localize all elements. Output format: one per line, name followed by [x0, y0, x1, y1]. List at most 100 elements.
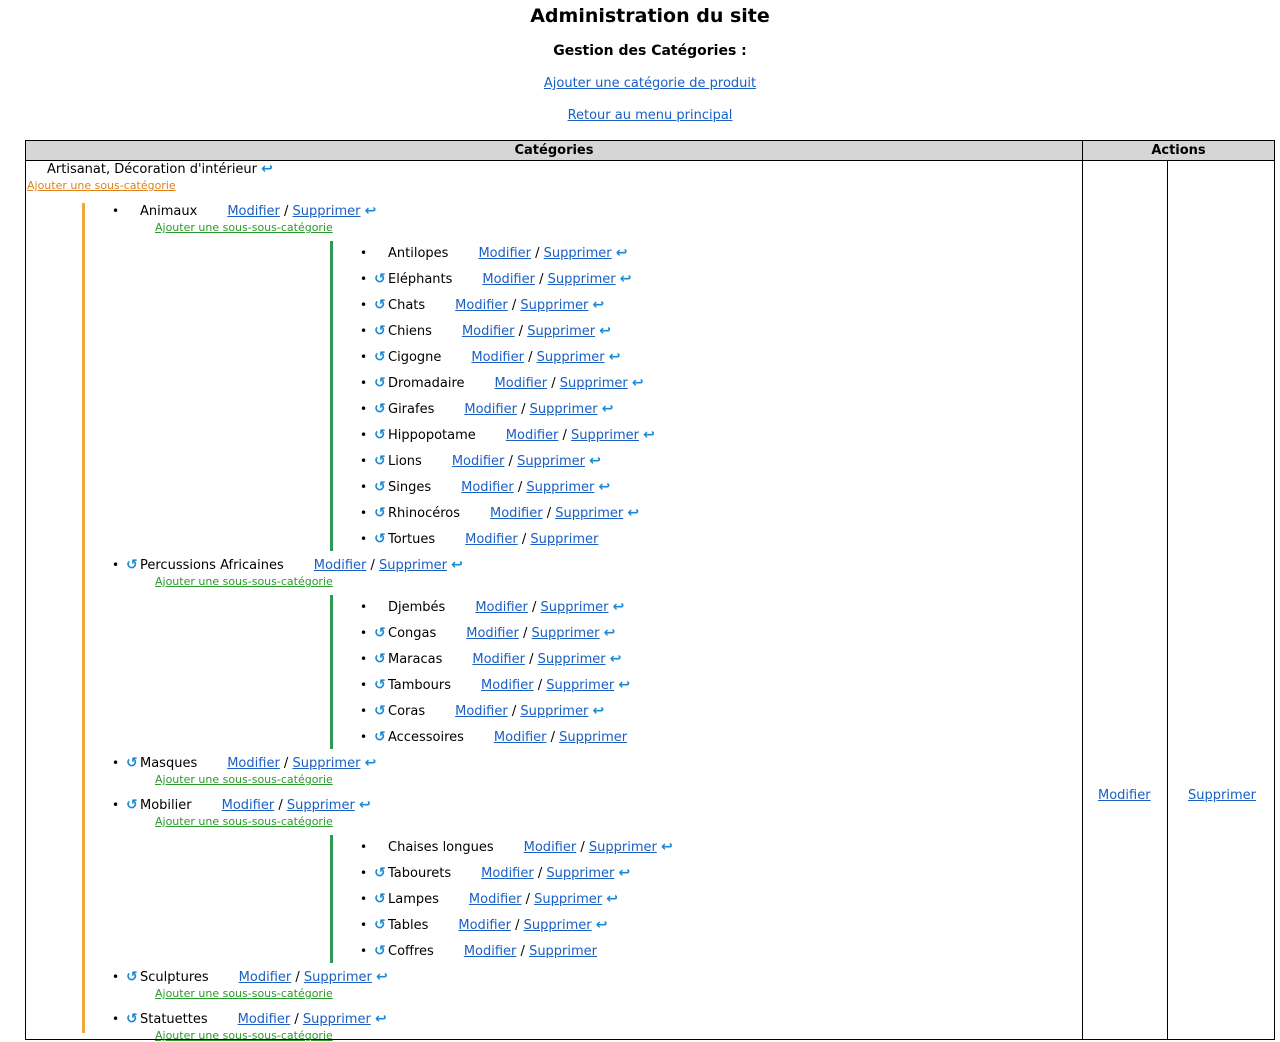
subsubcategory-delete-link[interactable]: Supprimer — [534, 892, 602, 907]
subsubcategory-modify-link[interactable]: Modifier — [481, 678, 534, 693]
subsubcategory-modify-link[interactable]: Modifier — [471, 350, 524, 365]
subsubcategory-delete-link[interactable]: Supprimer — [529, 944, 597, 959]
move-up-icon[interactable]: ↺ — [374, 323, 388, 339]
subsubcategory-modify-link[interactable]: Modifier — [475, 600, 528, 615]
subsubcategory-delete-link[interactable]: Supprimer — [520, 298, 588, 313]
subsubcategory-delete-link[interactable]: Supprimer — [532, 626, 600, 641]
move-up-icon[interactable]: ↺ — [374, 401, 388, 417]
move-up-icon[interactable]: ↺ — [374, 505, 388, 521]
move-down-icon[interactable]: ↩ — [592, 703, 606, 719]
subsubcategory-modify-link[interactable]: Modifier — [461, 480, 514, 495]
subsubcategory-modify-link[interactable]: Modifier — [458, 918, 511, 933]
subsubcategory-delete-link[interactable]: Supprimer — [520, 704, 588, 719]
subcategory-modify-link[interactable]: Modifier — [227, 204, 280, 219]
move-up-icon[interactable]: ↺ — [374, 375, 388, 391]
move-down-icon[interactable]: ↩ — [610, 651, 624, 667]
move-down-icon[interactable]: ↩ — [616, 245, 630, 261]
move-up-icon[interactable]: ↺ — [374, 729, 388, 745]
subcategory-modify-link[interactable]: Modifier — [239, 970, 292, 985]
move-down-icon[interactable]: ↩ — [359, 797, 373, 813]
subsubcategory-delete-link[interactable]: Supprimer — [560, 376, 628, 391]
subsubcategory-delete-link[interactable]: Supprimer — [517, 454, 585, 469]
move-down-icon[interactable]: ↩ — [451, 557, 465, 573]
subsubcategory-modify-link[interactable]: Modifier — [506, 428, 559, 443]
move-down-icon[interactable]: ↩ — [643, 427, 657, 443]
add-subsubcategory-link[interactable]: Ajouter une sous-sous-catégorie — [155, 987, 333, 1000]
add-subsubcategory-link[interactable]: Ajouter une sous-sous-catégorie — [155, 1029, 333, 1042]
subsubcategory-delete-link[interactable]: Supprimer — [544, 246, 612, 261]
move-up-icon[interactable]: ↺ — [374, 917, 388, 933]
root-delete-link[interactable]: Supprimer — [1188, 788, 1256, 803]
move-up-icon[interactable]: ↺ — [374, 349, 388, 365]
move-up-icon[interactable]: ↺ — [374, 297, 388, 313]
move-up-icon[interactable]: ↺ — [126, 755, 140, 771]
add-subsubcategory-link[interactable]: Ajouter une sous-sous-catégorie — [155, 575, 333, 588]
subsubcategory-delete-link[interactable]: Supprimer — [526, 480, 594, 495]
move-down-icon[interactable]: ↩ — [609, 349, 623, 365]
subcategory-delete-link[interactable]: Supprimer — [304, 970, 372, 985]
move-up-icon[interactable]: ↺ — [374, 943, 388, 959]
subsubcategory-delete-link[interactable]: Supprimer — [530, 532, 598, 547]
move-down-icon[interactable]: ↩ — [618, 865, 632, 881]
add-subcategory-link[interactable]: Ajouter une sous-catégorie — [27, 179, 176, 192]
subsubcategory-modify-link[interactable]: Modifier — [524, 840, 577, 855]
subsubcategory-modify-link[interactable]: Modifier — [472, 652, 525, 667]
subcategory-modify-link[interactable]: Modifier — [222, 798, 275, 813]
subsubcategory-delete-link[interactable]: Supprimer — [538, 652, 606, 667]
move-up-icon[interactable]: ↺ — [374, 479, 388, 495]
move-down-icon[interactable]: ↩ — [593, 297, 607, 313]
move-down-icon[interactable]: ↩ — [376, 969, 390, 985]
move-down-icon[interactable]: ↩ — [598, 479, 612, 495]
move-up-icon[interactable]: ↺ — [374, 625, 388, 641]
subsubcategory-modify-link[interactable]: Modifier — [464, 944, 517, 959]
subsubcategory-modify-link[interactable]: Modifier — [478, 246, 531, 261]
root-modify-link[interactable]: Modifier — [1098, 788, 1151, 803]
subcategory-delete-link[interactable]: Supprimer — [287, 798, 355, 813]
move-up-icon[interactable]: ↺ — [374, 703, 388, 719]
move-up-icon[interactable]: ↺ — [374, 651, 388, 667]
move-down-icon[interactable]: ↩ — [604, 625, 618, 641]
back-to-menu-link[interactable]: Retour au menu principal — [568, 108, 733, 123]
move-down-icon[interactable]: ↩ — [596, 917, 610, 933]
subcategory-modify-link[interactable]: Modifier — [238, 1012, 291, 1027]
move-down-icon[interactable]: ↩ — [261, 161, 275, 177]
subsubcategory-modify-link[interactable]: Modifier — [464, 402, 517, 417]
move-down-icon[interactable]: ↩ — [365, 755, 379, 771]
subsubcategory-modify-link[interactable]: Modifier — [452, 454, 505, 469]
add-category-link[interactable]: Ajouter une catégorie de produit — [544, 76, 756, 91]
move-down-icon[interactable]: ↩ — [613, 599, 627, 615]
subcategory-delete-link[interactable]: Supprimer — [379, 558, 447, 573]
move-down-icon[interactable]: ↩ — [365, 203, 379, 219]
move-up-icon[interactable]: ↺ — [126, 969, 140, 985]
move-up-icon[interactable]: ↺ — [126, 1011, 140, 1027]
move-up-icon[interactable]: ↺ — [374, 453, 388, 469]
subsubcategory-delete-link[interactable]: Supprimer — [571, 428, 639, 443]
move-up-icon[interactable]: ↺ — [374, 531, 388, 547]
add-subsubcategory-link[interactable]: Ajouter une sous-sous-catégorie — [155, 221, 333, 234]
subcategory-delete-link[interactable]: Supprimer — [292, 756, 360, 771]
move-down-icon[interactable]: ↩ — [618, 677, 632, 693]
add-subsubcategory-link[interactable]: Ajouter une sous-sous-catégorie — [155, 773, 333, 786]
subsubcategory-modify-link[interactable]: Modifier — [490, 506, 543, 521]
move-down-icon[interactable]: ↩ — [602, 401, 616, 417]
subsubcategory-modify-link[interactable]: Modifier — [469, 892, 522, 907]
move-down-icon[interactable]: ↩ — [599, 323, 613, 339]
subsubcategory-delete-link[interactable]: Supprimer — [548, 272, 616, 287]
subsubcategory-delete-link[interactable]: Supprimer — [589, 840, 657, 855]
subsubcategory-delete-link[interactable]: Supprimer — [546, 866, 614, 881]
subsubcategory-modify-link[interactable]: Modifier — [494, 730, 547, 745]
move-down-icon[interactable]: ↩ — [620, 271, 634, 287]
move-up-icon[interactable]: ↺ — [374, 677, 388, 693]
move-down-icon[interactable]: ↩ — [632, 375, 646, 391]
move-up-icon[interactable]: ↺ — [374, 427, 388, 443]
subsubcategory-delete-link[interactable]: Supprimer — [530, 402, 598, 417]
move-down-icon[interactable]: ↩ — [627, 505, 641, 521]
move-down-icon[interactable]: ↩ — [661, 839, 675, 855]
add-subsubcategory-link[interactable]: Ajouter une sous-sous-catégorie — [155, 815, 333, 828]
move-down-icon[interactable]: ↩ — [375, 1011, 389, 1027]
subsubcategory-modify-link[interactable]: Modifier — [455, 704, 508, 719]
move-down-icon[interactable]: ↩ — [606, 891, 620, 907]
subsubcategory-delete-link[interactable]: Supprimer — [527, 324, 595, 339]
subcategory-modify-link[interactable]: Modifier — [227, 756, 280, 771]
subsubcategory-delete-link[interactable]: Supprimer — [541, 600, 609, 615]
